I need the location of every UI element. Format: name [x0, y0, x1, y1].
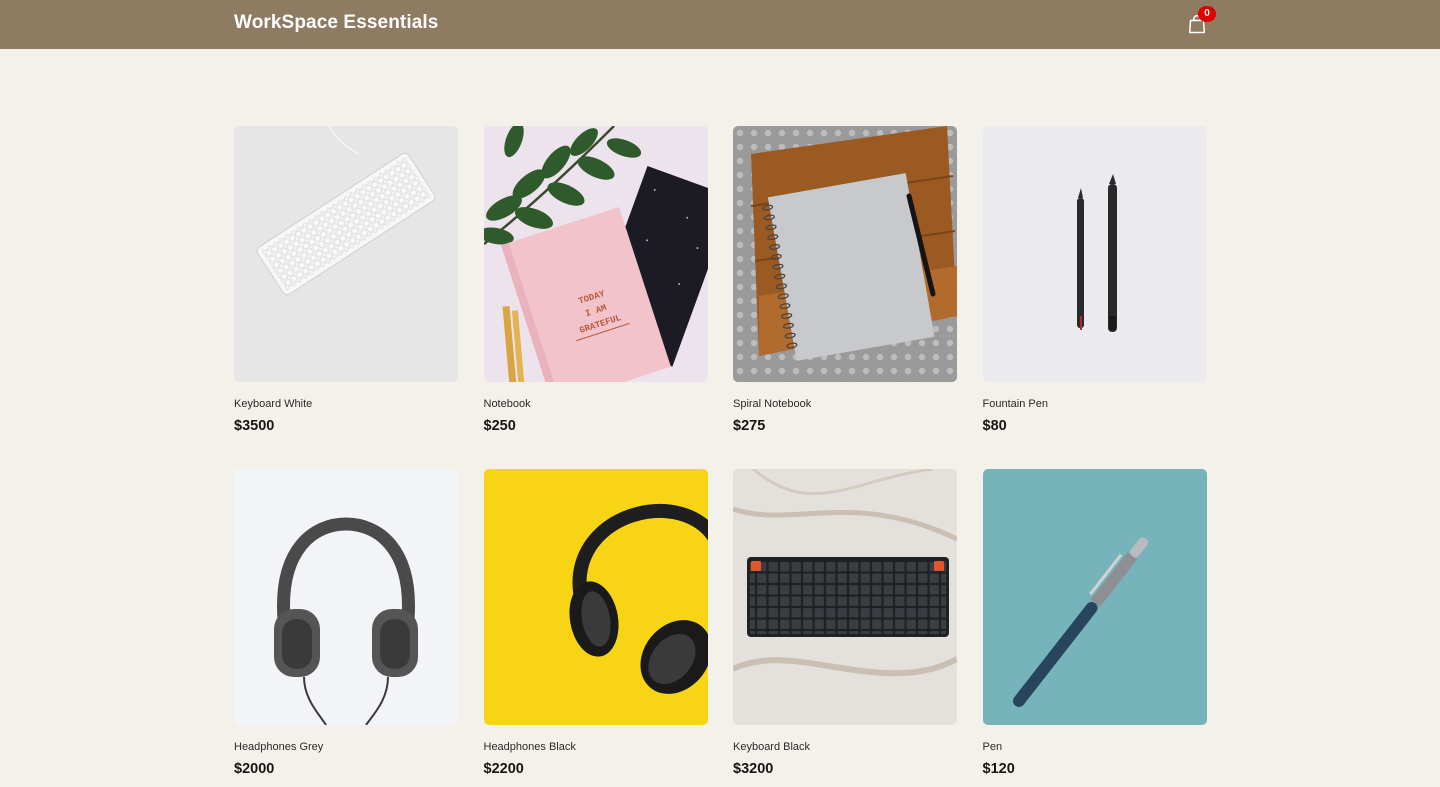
cart-button[interactable]: 0 — [1186, 6, 1216, 35]
product-name: Keyboard Black — [733, 741, 811, 753]
product-price: $250 — [483, 418, 516, 434]
product-name: Headphones Black — [483, 741, 576, 753]
blue-pen-image[interactable] — [982, 469, 1207, 725]
product-card[interactable]: Headphones Black $2200 — [483, 469, 708, 778]
product-price: $3200 — [733, 761, 774, 777]
black-pens-image[interactable] — [982, 126, 1207, 382]
spiral-notebook-image[interactable] — [733, 126, 957, 382]
white-keyboard-image[interactable] — [234, 126, 458, 382]
product-card[interactable]: Pen $120 — [982, 469, 1207, 778]
top-navbar: WorkSpace Essentials 0 — [0, 0, 1440, 49]
product-name: Fountain Pen — [982, 398, 1048, 410]
product-card[interactable]: Spiral Notebook $275 — [733, 126, 957, 435]
product-price: $275 — [733, 418, 766, 434]
product-name: Spiral Notebook — [733, 398, 812, 410]
product-name: Headphones Grey — [234, 741, 324, 753]
grey-headphones-image[interactable] — [234, 469, 458, 725]
product-name: Pen — [982, 741, 1003, 753]
product-price: $3500 — [234, 418, 275, 434]
product-card[interactable]: TODAY I AM GRATEFUL Notebook $250 — [483, 126, 708, 435]
product-price: $80 — [982, 418, 1007, 434]
product-grid: Keyboard White $3500 TODAY I AM GRATEFUL… — [234, 126, 1207, 778]
product-name: Notebook — [483, 398, 531, 410]
cart-count-badge: 0 — [1198, 6, 1216, 22]
pink-notebook-image[interactable]: TODAY I AM GRATEFUL — [483, 126, 708, 382]
product-card[interactable]: Keyboard White $3500 — [234, 126, 458, 435]
black-headphones-yellow-bg-image[interactable] — [483, 469, 708, 725]
black-keyboard-marble-image[interactable] — [733, 469, 957, 725]
product-price: $2200 — [483, 761, 524, 777]
product-card[interactable]: Headphones Grey $2000 — [234, 469, 458, 778]
product-card[interactable]: Keyboard Black $3200 — [733, 469, 957, 778]
product-price: $120 — [982, 761, 1015, 777]
brand-title[interactable]: WorkSpace Essentials — [234, 12, 438, 34]
product-price: $2000 — [234, 761, 275, 777]
product-name: Keyboard White — [234, 398, 313, 410]
product-card[interactable]: Fountain Pen $80 — [982, 126, 1207, 435]
